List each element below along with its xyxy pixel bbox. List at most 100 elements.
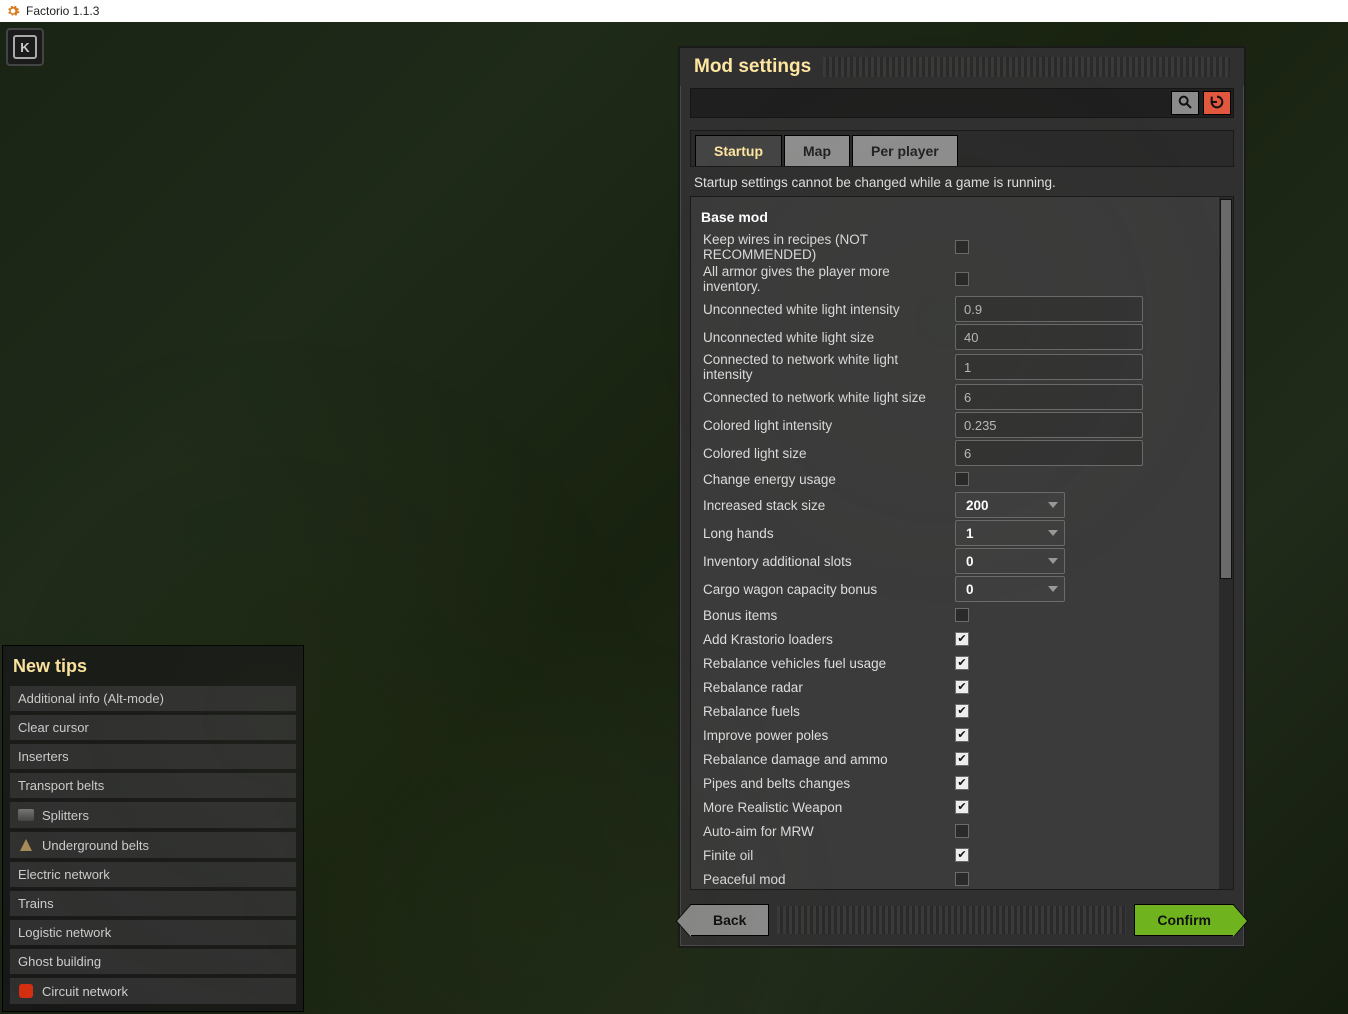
setting-row: Rebalance vehicles fuel usage: [699, 651, 1211, 675]
setting-text-input[interactable]: 0.9: [955, 296, 1143, 322]
setting-row: Long hands1: [699, 519, 1211, 547]
setting-label: Peaceful mod: [701, 872, 955, 887]
tip-label: Transport belts: [18, 778, 104, 793]
reset-icon: [1209, 94, 1225, 113]
underground-icon: [18, 837, 34, 853]
setting-checkbox[interactable]: [955, 872, 969, 886]
setting-label: Increased stack size: [701, 498, 955, 513]
setting-checkbox[interactable]: [955, 752, 969, 766]
setting-label: Improve power poles: [701, 728, 955, 743]
setting-text-input[interactable]: 1: [955, 354, 1143, 380]
back-button[interactable]: Back: [690, 904, 769, 936]
setting-label: Cargo wagon capacity bonus: [701, 582, 955, 597]
chevron-down-icon: [1048, 502, 1058, 508]
tip-label: Underground belts: [42, 838, 149, 853]
setting-checkbox[interactable]: [955, 472, 969, 486]
tips-title: New tips: [13, 656, 293, 677]
search-icon: [1177, 94, 1193, 113]
setting-row: Keep wires in recipes (NOT RECOMMENDED): [699, 231, 1211, 263]
setting-dropdown[interactable]: 200: [955, 492, 1065, 518]
setting-row: Cargo wagon capacity bonus 0: [699, 575, 1211, 603]
reset-button[interactable]: [1203, 91, 1231, 115]
setting-label: Rebalance damage and ammo: [701, 752, 955, 767]
setting-label: Unconnected white light intensity: [701, 302, 955, 317]
tip-item[interactable]: Transport belts: [9, 772, 297, 799]
dropdown-value: 1: [966, 526, 974, 541]
tip-item[interactable]: Electric network: [9, 861, 297, 888]
setting-row: All armor gives the player more inventor…: [699, 263, 1211, 295]
setting-label: All armor gives the player more inventor…: [701, 264, 955, 294]
setting-row: Bonus items: [699, 603, 1211, 627]
scrollbar-track[interactable]: [1219, 197, 1233, 889]
setting-checkbox[interactable]: [955, 848, 969, 862]
tab-startup[interactable]: Startup: [695, 135, 782, 166]
setting-row: More Realistic Weapon: [699, 795, 1211, 819]
setting-label: Keep wires in recipes (NOT RECOMMENDED): [701, 232, 955, 262]
confirm-button[interactable]: Confirm: [1134, 904, 1234, 936]
setting-checkbox[interactable]: [955, 656, 969, 670]
setting-checkbox[interactable]: [955, 776, 969, 790]
section-title: Base mod: [701, 209, 1211, 225]
tip-item[interactable]: Inserters: [9, 743, 297, 770]
setting-text-input[interactable]: 6: [955, 440, 1143, 466]
setting-row: Pipes and belts changes: [699, 771, 1211, 795]
setting-text-input[interactable]: 0.235: [955, 412, 1143, 438]
setting-label: Bonus items: [701, 608, 955, 623]
shortcut-badge[interactable]: K: [6, 28, 44, 66]
setting-label: Connected to network white light size: [701, 390, 955, 405]
setting-dropdown[interactable]: 0: [955, 548, 1065, 574]
circuit-icon: [18, 983, 34, 999]
setting-checkbox[interactable]: [955, 800, 969, 814]
settings-scroll-area[interactable]: Base mod Keep wires in recipes (NOT RECO…: [691, 197, 1219, 889]
search-button[interactable]: [1171, 91, 1199, 115]
setting-checkbox[interactable]: [955, 272, 969, 286]
setting-label: Colored light size: [701, 446, 955, 461]
footer-drag-handle[interactable]: [777, 906, 1126, 934]
tip-item[interactable]: Underground belts: [9, 831, 297, 859]
setting-checkbox[interactable]: [955, 240, 969, 254]
tip-item[interactable]: Circuit network: [9, 977, 297, 1005]
tip-item[interactable]: Clear cursor: [9, 714, 297, 741]
dropdown-value: 0: [966, 582, 974, 597]
startup-notice: Startup settings cannot be changed while…: [694, 175, 1230, 190]
setting-row: Finite oil: [699, 843, 1211, 867]
settings-body: Base mod Keep wires in recipes (NOT RECO…: [690, 196, 1234, 890]
tip-label: Clear cursor: [18, 720, 89, 735]
scrollbar-thumb[interactable]: [1220, 199, 1232, 579]
setting-checkbox[interactable]: [955, 728, 969, 742]
setting-checkbox[interactable]: [955, 824, 969, 838]
shortcut-key: K: [13, 35, 37, 59]
setting-row: Increased stack size200: [699, 491, 1211, 519]
setting-row: Rebalance radar: [699, 675, 1211, 699]
tip-item[interactable]: Splitters: [9, 801, 297, 829]
tip-label: Additional info (Alt-mode): [18, 691, 164, 706]
tip-item[interactable]: Ghost building: [9, 948, 297, 975]
setting-checkbox[interactable]: [955, 608, 969, 622]
setting-dropdown[interactable]: 0: [955, 576, 1065, 602]
tip-item[interactable]: Trains: [9, 890, 297, 917]
tab-per-player[interactable]: Per player: [852, 135, 958, 166]
setting-label: Finite oil: [701, 848, 955, 863]
tip-item[interactable]: Logistic network: [9, 919, 297, 946]
setting-text-input[interactable]: 40: [955, 324, 1143, 350]
setting-label: Pipes and belts changes: [701, 776, 955, 791]
window-titlebar: Factorio 1.1.3: [0, 0, 1348, 22]
setting-row: Change energy usage: [699, 467, 1211, 491]
confirm-button-label: Confirm: [1157, 912, 1211, 928]
tip-label: Ghost building: [18, 954, 101, 969]
setting-checkbox[interactable]: [955, 704, 969, 718]
setting-dropdown[interactable]: 1: [955, 520, 1065, 546]
setting-label: Connected to network white light intensi…: [701, 352, 955, 382]
setting-text-input[interactable]: 6: [955, 384, 1143, 410]
header-drag-handle[interactable]: [823, 57, 1230, 77]
setting-row: Auto-aim for MRW: [699, 819, 1211, 843]
dropdown-value: 0: [966, 554, 974, 569]
setting-checkbox[interactable]: [955, 632, 969, 646]
tips-list: Additional info (Alt-mode) Clear cursor In…: [9, 685, 297, 1005]
tip-label: Circuit network: [42, 984, 128, 999]
tab-map[interactable]: Map: [784, 135, 850, 166]
tip-item[interactable]: Additional info (Alt-mode): [9, 685, 297, 712]
setting-checkbox[interactable]: [955, 680, 969, 694]
tip-label: Inserters: [18, 749, 69, 764]
tip-label: Splitters: [42, 808, 89, 823]
